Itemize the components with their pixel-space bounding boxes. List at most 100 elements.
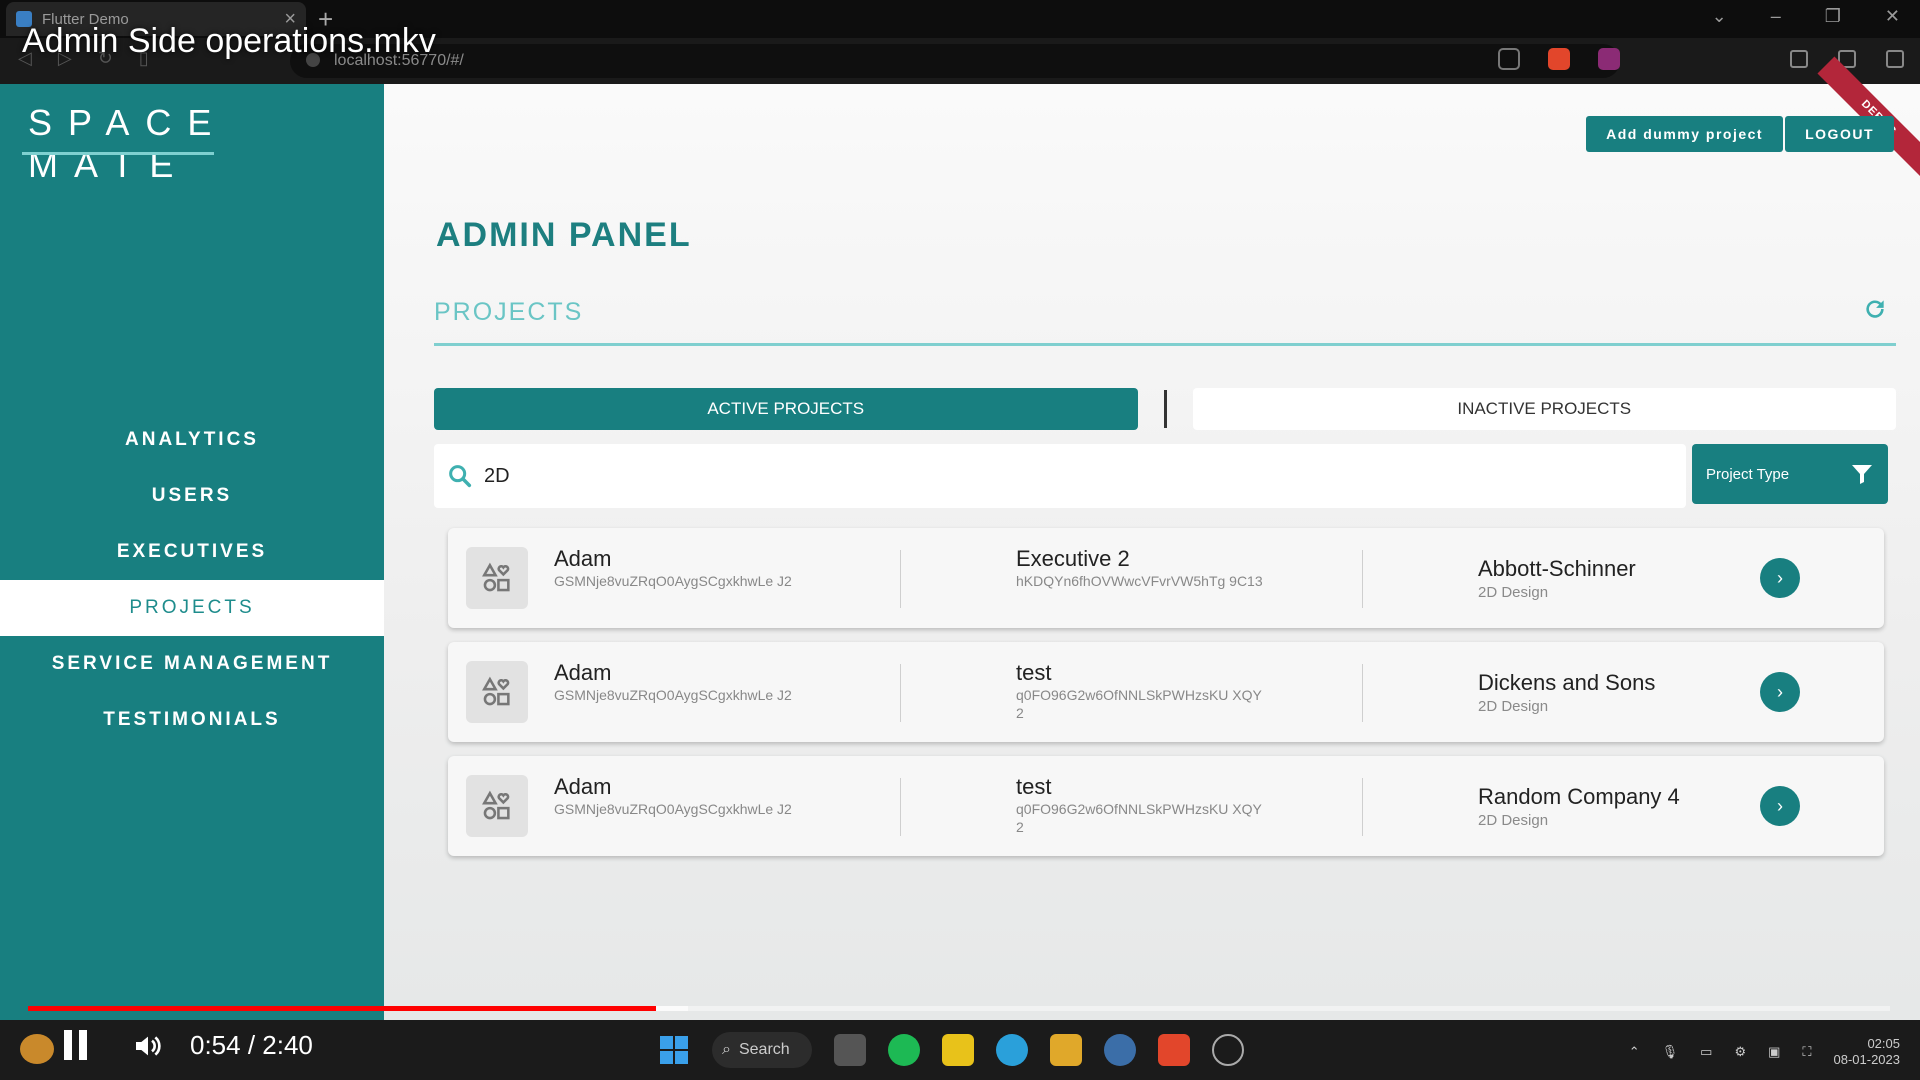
project-list: Adam GSMNje8vuZRqO0AygSCgxkhwLe J2 Execu… bbox=[448, 528, 1884, 870]
company-column: Dickens and Sons 2D Design bbox=[1478, 670, 1738, 715]
search-input[interactable] bbox=[484, 464, 1584, 488]
executive-id: q0FO96G2w6OfNNLSkPWHzsKU XQY2 bbox=[1016, 687, 1262, 721]
fullscreen-icon[interactable]: ⛶ bbox=[1802, 1044, 1811, 1060]
open-project-button[interactable]: › bbox=[1760, 672, 1800, 712]
executive-id: hKDQYn6fhOVWwcVFvrVW5hTg 9C13 bbox=[1016, 573, 1263, 589]
search-icon: ⌕ bbox=[722, 1041, 731, 1058]
filter-label: Project Type bbox=[1706, 465, 1790, 483]
video-title: Admin Side operations.mkv bbox=[22, 22, 436, 60]
search-field bbox=[434, 444, 1686, 508]
user-column: Adam GSMNje8vuZRqO0AygSCgxkhwLe J2 bbox=[554, 546, 804, 590]
app-root: SPACE MATE ANALYTICS USERS EXECUTIVES PR… bbox=[0, 56, 1920, 1020]
project-card[interactable]: Adam GSMNje8vuZRqO0AygSCgxkhwLe J2 test … bbox=[448, 756, 1884, 856]
microphone-icon[interactable]: 🎙 bbox=[1662, 1044, 1679, 1060]
project-type: 2D Design bbox=[1478, 584, 1549, 601]
project-type-filter[interactable]: Project Type bbox=[1692, 444, 1888, 504]
miniplayer-icon[interactable]: ▣ bbox=[1768, 1044, 1780, 1060]
task-view-icon[interactable] bbox=[834, 1034, 866, 1066]
user-id: GSMNje8vuZRqO0AygSCgxkhwLe J2 bbox=[554, 687, 792, 703]
sidebar-item-projects[interactable]: PROJECTS bbox=[0, 580, 384, 636]
section-title: PROJECTS bbox=[434, 298, 584, 326]
sidebar-item-executives[interactable]: EXECUTIVES bbox=[0, 524, 384, 580]
taskbar-search-label: Search bbox=[738, 1041, 790, 1058]
chevron-up-icon[interactable]: ⌃ bbox=[1629, 1044, 1640, 1060]
taskbar-apps: ⌕ Search bbox=[658, 1032, 1244, 1068]
sidebar-item-service-management[interactable]: SERVICE MANAGEMENT bbox=[0, 636, 384, 692]
system-tray: ⌃ 🎙 ▭ ⚙ ▣ ⛶ 02:05 08-01-2023 bbox=[1629, 1036, 1900, 1068]
executive-column: test q0FO96G2w6OfNNLSkPWHzsKU XQY2 bbox=[1016, 774, 1266, 836]
executive-name: test bbox=[1016, 774, 1052, 799]
menu-icon[interactable] bbox=[1886, 50, 1904, 68]
user-column: Adam GSMNje8vuZRqO0AygSCgxkhwLe J2 bbox=[554, 660, 804, 704]
weather-icon[interactable] bbox=[20, 1034, 54, 1064]
share-icon[interactable] bbox=[1498, 48, 1520, 70]
pause-button[interactable] bbox=[64, 1030, 90, 1060]
column-divider bbox=[900, 550, 901, 608]
window-close-button[interactable]: ✕ bbox=[1885, 6, 1900, 27]
executive-name: test bbox=[1016, 660, 1052, 685]
company-column: Random Company 4 2D Design bbox=[1478, 784, 1738, 829]
column-divider bbox=[1362, 550, 1363, 608]
user-name: Adam bbox=[554, 774, 612, 799]
open-project-button[interactable]: › bbox=[1760, 786, 1800, 826]
project-card[interactable]: Adam GSMNje8vuZRqO0AygSCgxkhwLe J2 Execu… bbox=[448, 528, 1884, 628]
tab-active-projects[interactable]: ACTIVE PROJECTS bbox=[434, 388, 1138, 430]
project-type: 2D Design bbox=[1478, 812, 1549, 829]
file-explorer-icon[interactable] bbox=[1050, 1034, 1082, 1066]
brave-shield-icon[interactable] bbox=[1548, 48, 1570, 70]
user-id: GSMNje8vuZRqO0AygSCgxkhwLe J2 bbox=[554, 801, 792, 817]
obs-icon[interactable] bbox=[1212, 1034, 1244, 1066]
app-icon[interactable] bbox=[1104, 1034, 1136, 1066]
sidebar-item-testimonials[interactable]: TESTIMONIALS bbox=[0, 692, 384, 748]
logout-button[interactable]: LOGOUT bbox=[1785, 116, 1894, 152]
company-name: Abbott-Schinner bbox=[1478, 556, 1636, 581]
restore-button[interactable]: ❐ bbox=[1825, 6, 1841, 27]
sidebar-item-users[interactable]: USERS bbox=[0, 468, 384, 524]
clock-date: 08-01-2023 bbox=[1833, 1052, 1901, 1067]
video-progress-fill bbox=[28, 1006, 657, 1011]
add-dummy-project-button[interactable]: Add dummy project bbox=[1586, 116, 1784, 152]
brave-browser-icon[interactable] bbox=[1158, 1034, 1190, 1066]
taskbar-search[interactable]: ⌕ Search bbox=[712, 1032, 812, 1068]
executive-column: Executive 2 hKDQYn6fhOVWwcVFvrVW5hTg 9C1… bbox=[1016, 546, 1266, 590]
video-progress-bar[interactable] bbox=[28, 1006, 1890, 1011]
sidebar-toggle-icon[interactable] bbox=[1790, 50, 1808, 68]
user-name: Adam bbox=[554, 546, 612, 571]
tab-inactive-projects[interactable]: INACTIVE PROJECTS bbox=[1192, 388, 1896, 430]
telegram-icon[interactable] bbox=[996, 1034, 1028, 1066]
company-name: Random Company 4 bbox=[1478, 784, 1680, 809]
refresh-icon[interactable] bbox=[1862, 296, 1888, 322]
user-id: GSMNje8vuZRqO0AygSCgxkhwLe J2 bbox=[554, 573, 792, 589]
column-divider bbox=[900, 664, 901, 722]
project-status-tabs: ACTIVE PROJECTS INACTIVE PROJECTS bbox=[434, 388, 1896, 430]
user-column: Adam GSMNje8vuZRqO0AygSCgxkhwLe J2 bbox=[554, 774, 804, 818]
volume-icon[interactable] bbox=[132, 1030, 164, 1062]
sidebar-nav: ANALYTICS USERS EXECUTIVES PROJECTS SERV… bbox=[0, 412, 384, 748]
settings-hd-icon[interactable]: ⚙ bbox=[1734, 1044, 1746, 1060]
main-content: DEBUG Add dummy project LOGOUT ADMIN PAN… bbox=[384, 56, 1920, 1020]
url-field[interactable]: localhost:56770/#/ bbox=[290, 44, 1620, 78]
project-category-icon bbox=[466, 661, 528, 723]
system-clock: 02:05 08-01-2023 bbox=[1834, 1036, 1901, 1068]
project-type: 2D Design bbox=[1478, 698, 1549, 715]
sidebar: SPACE MATE ANALYTICS USERS EXECUTIVES PR… bbox=[0, 84, 384, 1020]
section-header: PROJECTS bbox=[434, 298, 1896, 346]
open-project-button[interactable]: › bbox=[1760, 558, 1800, 598]
chevron-right-icon: › bbox=[1777, 795, 1783, 816]
minimize-button[interactable]: – bbox=[1771, 6, 1781, 27]
screen: Flutter Demo × + ⌄ – ❐ ✕ ◁ ▷ ↻ ▯ localho… bbox=[0, 0, 1920, 1080]
project-card[interactable]: Adam GSMNje8vuZRqO0AygSCgxkhwLe J2 test … bbox=[448, 642, 1884, 742]
sidebar-item-analytics[interactable]: ANALYTICS bbox=[0, 412, 384, 468]
browser-menu-icons bbox=[1790, 50, 1904, 68]
executive-id: q0FO96G2w6OfNNLSkPWHzsKU XQY2 bbox=[1016, 801, 1262, 835]
column-divider bbox=[1362, 664, 1363, 722]
project-category-icon bbox=[466, 547, 528, 609]
windows-start-icon[interactable] bbox=[658, 1034, 690, 1066]
executive-name: Executive 2 bbox=[1016, 546, 1130, 571]
subtitles-icon[interactable]: ▭ bbox=[1700, 1044, 1712, 1060]
sticky-notes-icon[interactable] bbox=[942, 1034, 974, 1066]
chevron-down-icon[interactable]: ⌄ bbox=[1712, 6, 1727, 27]
brave-rewards-icon[interactable] bbox=[1598, 48, 1620, 70]
company-column: Abbott-Schinner 2D Design bbox=[1478, 556, 1738, 601]
spotify-icon[interactable] bbox=[888, 1034, 920, 1066]
